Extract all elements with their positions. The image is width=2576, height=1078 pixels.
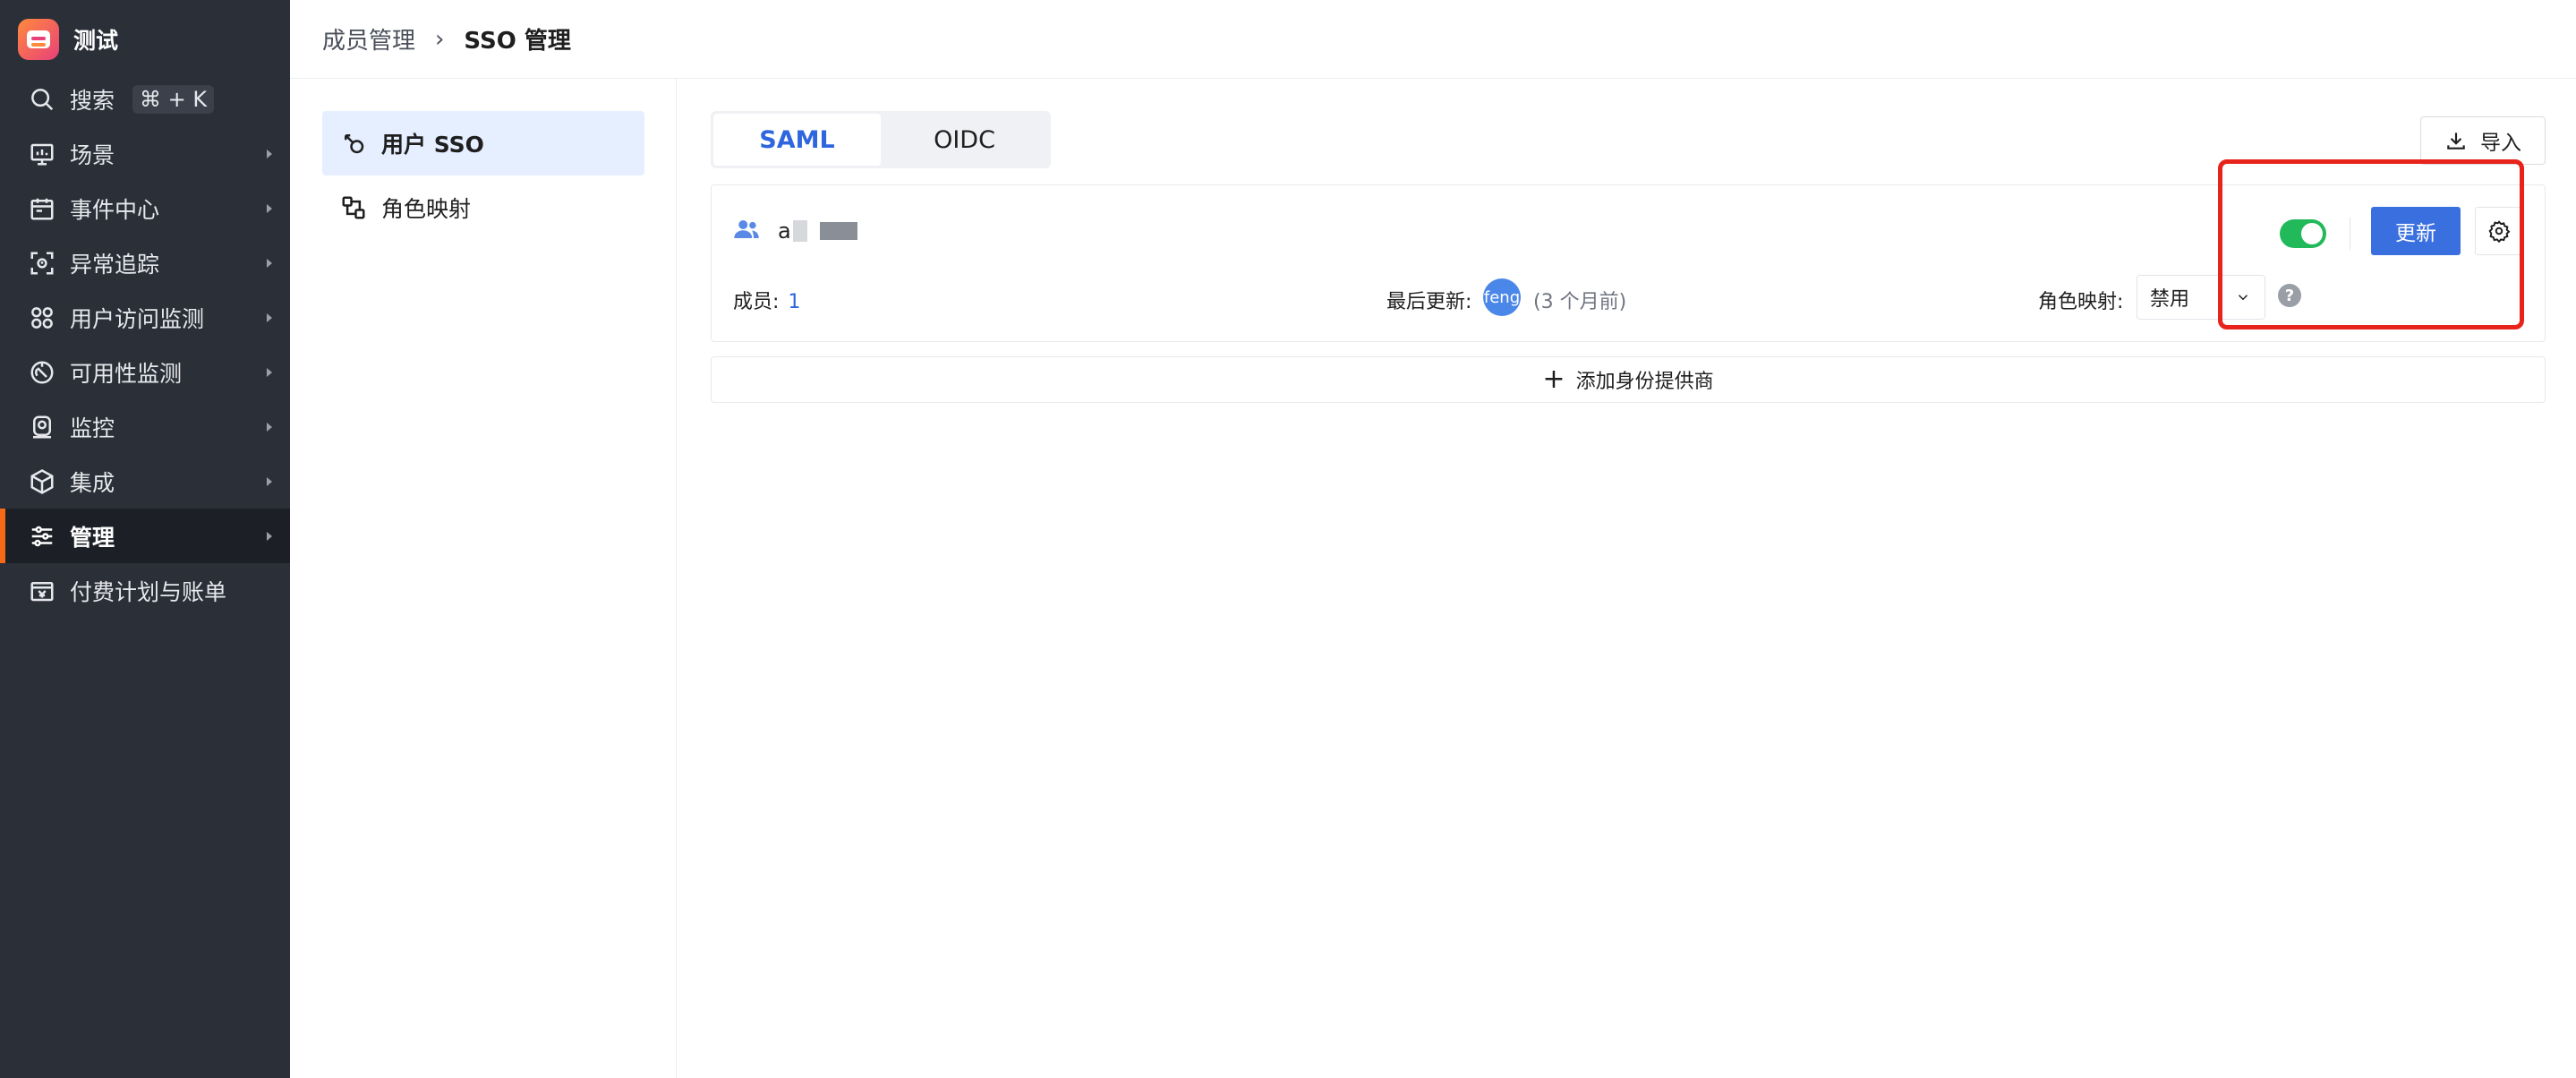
download-icon [2447,133,2465,150]
sidebar-item-label: 管理 [70,524,115,551]
mapping-icon [342,196,365,219]
members-label: 成员: [733,291,780,313]
update-button[interactable]: 更新 [2371,207,2461,255]
add-provider-label: 添加身份提供商 [1575,371,1714,393]
identity-provider-card: a 成员: 1 最后更新: feng (3 个月前) 角色映射: 禁用 ? 更新 [711,184,2546,342]
breadcrumb-parent[interactable]: 成员管理 [322,22,415,56]
chevron-right-icon [267,532,272,541]
updated-ago: (3 个月前) [1533,291,1627,313]
sidebar-item-label: 场景 [70,141,115,168]
tab-oidc[interactable]: OIDC [881,114,1048,166]
plus-icon: + [1542,364,1565,395]
sidebar-item-label: 异常追踪 [70,251,160,278]
chevron-right-icon [267,423,272,432]
role-mapping-value: 禁用 [2150,288,2190,311]
sidebar-item-management[interactable]: 管理 [0,509,290,563]
grid-icon [29,304,55,331]
brand[interactable]: 测试 [18,18,118,61]
page-title: SSO 管理 [464,28,571,55]
search-icon [29,86,55,113]
chevron-down-icon [2220,276,2265,319]
sidebar-item-monitoring[interactable]: 监控 [0,399,290,454]
sidebar-item-label: 可用性监测 [70,360,183,387]
submenu-item-role-mapping[interactable]: 角色映射 [322,175,644,240]
sidebar-item-rum[interactable]: 用户访问监测 [0,290,290,345]
members-count[interactable]: 1 [788,291,800,313]
role-mapping-select[interactable]: 禁用 [2137,275,2265,320]
sidebar-item-label: 用户访问监测 [70,305,205,332]
role-mapping-label: 角色映射: [2038,291,2124,313]
help-icon[interactable]: ? [2278,284,2301,307]
chevron-right-icon [267,204,272,213]
chevron-right-icon [267,477,272,486]
sidebar-item-label: 监控 [70,415,115,441]
sidebar-item-label: 付费计划与账单 [70,578,227,605]
breadcrumb-separator-icon: › [435,25,445,53]
app-logo-icon [18,19,59,60]
gear-icon [2488,220,2511,243]
monitor-icon [29,141,55,167]
calendar-icon [29,195,55,222]
import-button[interactable]: 导入 [2420,116,2546,165]
provider-header: a [733,216,857,246]
app-name: 测试 [73,28,119,54]
submenu-item-user-sso[interactable]: 用户 SSO [322,111,644,175]
add-provider-button[interactable]: + 添加身份提供商 [711,356,2546,403]
provider-name: a [778,218,791,244]
protocol-tabs: SAML OIDC [711,111,1051,168]
breadcrumb: 成员管理 › SSO 管理 [290,0,2576,79]
chevron-right-icon [267,150,272,158]
sidebar-item-error-tracking[interactable]: 异常追踪 [0,235,290,290]
last-updated-label: 最后更新: [1386,291,1472,313]
tab-saml[interactable]: SAML [713,114,881,166]
search-shortcut: ⌘ + K [132,84,215,114]
sso-icon [345,134,364,154]
redacted-text [819,222,857,240]
chevron-right-icon [267,313,272,322]
sso-submenu: 用户 SSO 角色映射 [290,79,677,1078]
chevron-right-icon [267,259,272,268]
chevron-right-icon [267,368,272,377]
members-stat: 成员: 1 [733,286,800,314]
settings-button[interactable] [2475,207,2523,255]
enable-toggle[interactable] [2280,219,2326,248]
submenu-item-label: 用户 SSO [381,132,484,158]
bill-icon [29,578,55,604]
sidebar-item-label: 集成 [70,469,115,496]
sidebar-item-scenes[interactable]: 场景 [0,126,290,181]
sidebar-item-availability[interactable]: 可用性监测 [0,345,290,399]
scan-icon [29,250,55,277]
avatar: feng [1483,278,1521,316]
sidebar-item-billing[interactable]: 付费计划与账单 [0,563,290,618]
sidebar-item-events[interactable]: 事件中心 [0,181,290,235]
sidebar: 测试 搜索 ⌘ + K 场景 事件中心 异常追踪 用户访问监测 可用性监测 监控… [0,0,290,1078]
import-button-label: 导入 [2480,132,2521,155]
sidebar-item-integrations[interactable]: 集成 [0,454,290,509]
dial-icon [29,359,55,386]
sliders-icon [29,523,55,550]
redacted-text [792,220,807,242]
sidebar-item-label: 搜索 [70,87,115,114]
sidebar-item-search[interactable]: 搜索 ⌘ + K [0,72,290,126]
sidebar-nav: 搜索 ⌘ + K 场景 事件中心 异常追踪 用户访问监测 可用性监测 监控 集成… [0,72,290,618]
camera-icon [29,414,55,441]
sidebar-item-label: 事件中心 [70,196,160,223]
submenu-item-label: 角色映射 [381,196,472,222]
users-icon [733,216,760,246]
cube-icon [29,468,55,495]
